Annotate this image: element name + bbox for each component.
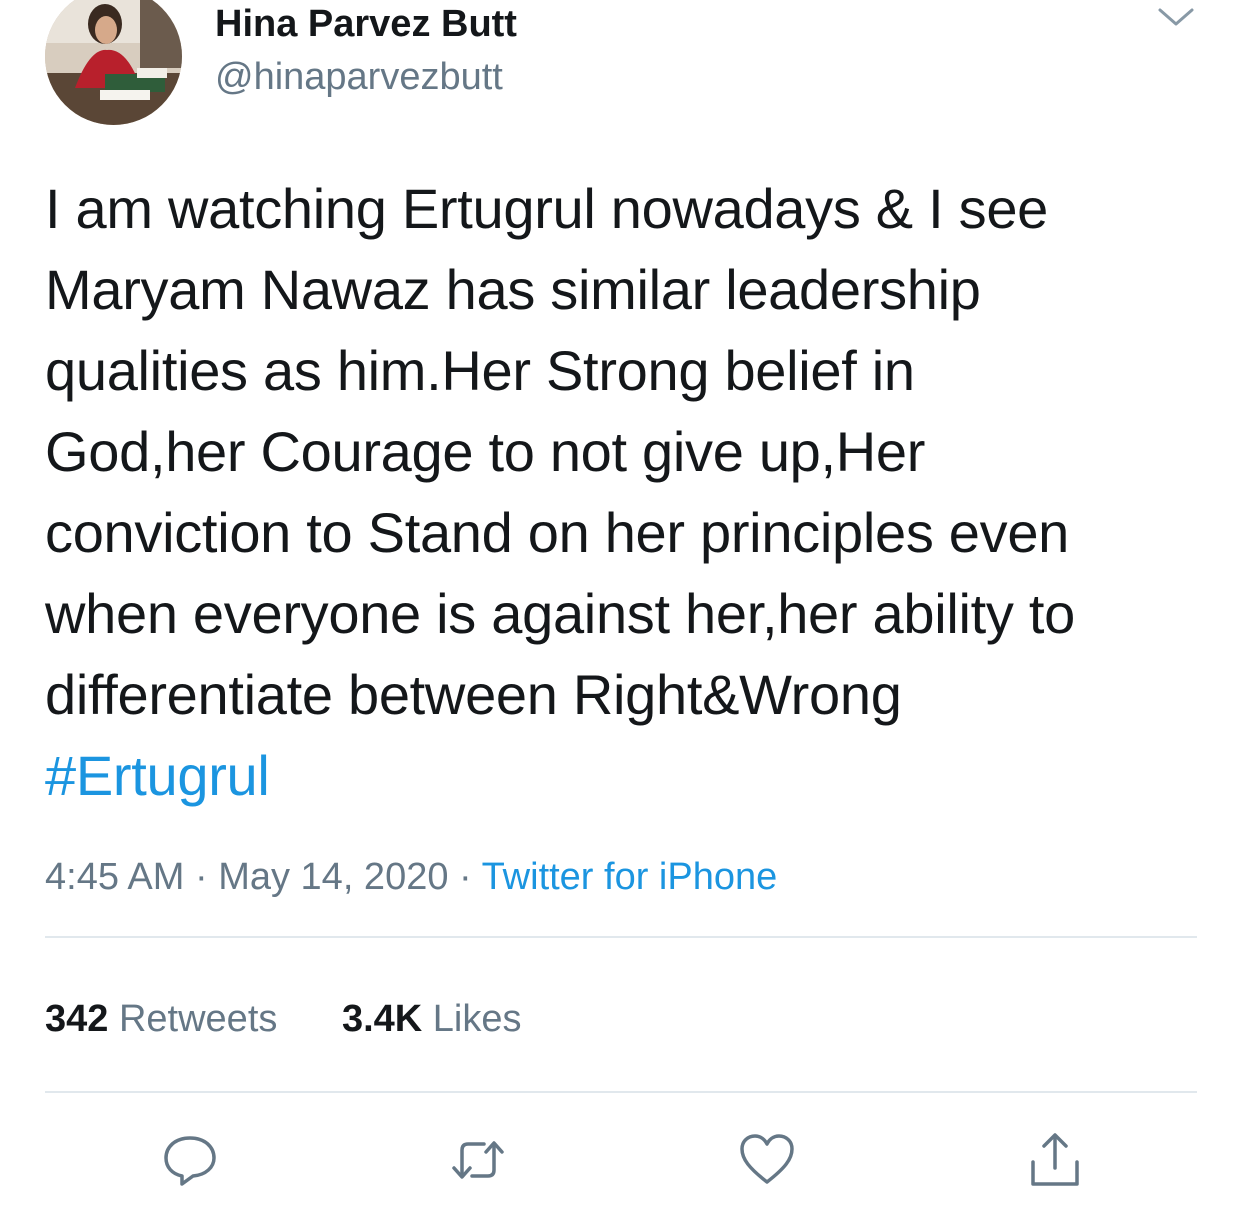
tweet-text-line: I am watching Ertugrul nowadays & I see <box>45 177 1049 240</box>
retweets-stat[interactable]: 342 Retweets <box>45 998 277 1041</box>
tweet-source-link[interactable]: Twitter for iPhone <box>482 856 778 898</box>
tweet-time[interactable]: 4:45 AM <box>45 856 184 898</box>
author-display-name[interactable]: Hina Parvez Butt <box>215 3 517 46</box>
tweet-text-line: conviction to Stand on her principles ev… <box>45 501 1070 564</box>
tweet-stats: 342 Retweets 3.4K Likes <box>45 998 576 1041</box>
meta-separator: · <box>459 856 472 898</box>
hashtag-link[interactable]: #Ertugrul <box>45 735 1205 816</box>
retweets-count: 342 <box>45 998 109 1040</box>
tweet-text: I am watching Ertugrul nowadays & I see … <box>45 168 1205 816</box>
retweet-icon[interactable] <box>448 1130 508 1190</box>
reply-icon[interactable] <box>160 1130 220 1190</box>
chevron-down-icon[interactable] <box>1154 2 1198 32</box>
divider <box>45 936 1197 938</box>
tweet-date[interactable]: May 14, 2020 <box>218 856 448 898</box>
heart-icon[interactable] <box>737 1130 797 1190</box>
likes-count: 3.4K <box>341 998 423 1040</box>
meta-separator: · <box>194 856 208 898</box>
avatar-photo <box>45 0 182 125</box>
tweet-text-line: qualities as him.Her Strong belief in <box>45 339 915 402</box>
author-handle[interactable]: @hinaparvezbutt <box>215 56 503 99</box>
tweet-text-line: differentiate between Right&Wrong <box>45 663 902 726</box>
avatar[interactable] <box>45 0 182 125</box>
tweet-text-line: when everyone is against her,her ability… <box>45 582 1075 645</box>
tweet-detail: Hina Parvez Butt @hinaparvezbutt I am wa… <box>0 0 1242 1211</box>
tweet-meta: 4:45 AM · May 14, 2020 · Twitter for iPh… <box>45 856 777 899</box>
likes-label: Likes <box>432 998 522 1040</box>
tweet-text-line: God,her Courage to not give up,Her <box>45 420 926 483</box>
share-icon[interactable] <box>1025 1130 1085 1190</box>
tweet-text-line: Maryam Nawaz has similar leadership <box>45 258 981 321</box>
divider <box>45 1091 1197 1093</box>
retweets-label: Retweets <box>118 998 278 1040</box>
likes-stat[interactable]: 3.4K Likes <box>342 998 522 1041</box>
